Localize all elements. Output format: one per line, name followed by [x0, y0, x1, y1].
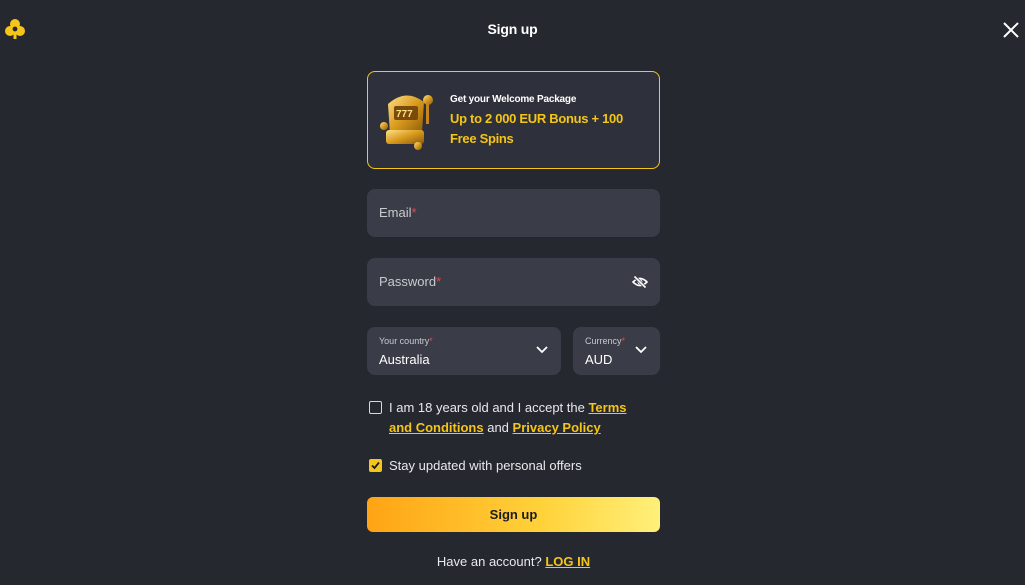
chevron-down-icon — [536, 346, 548, 354]
offers-consent-checkbox[interactable] — [369, 459, 382, 472]
page-title: Sign up — [487, 21, 538, 37]
offers-consent-text: Stay updated with personal offers — [389, 458, 582, 473]
password-field[interactable]: Password* — [367, 258, 660, 306]
password-placeholder: Password* — [379, 274, 442, 289]
golden-slot-machine-icon: 777 — [380, 95, 433, 150]
country-label: Your country* — [379, 336, 433, 346]
login-prompt: Have an account? LOG IN — [436, 554, 591, 569]
close-icon[interactable] — [1001, 20, 1021, 40]
currency-value: AUD — [585, 352, 613, 367]
age-consent-text: I am 18 years old and I accept the Terms… — [389, 400, 627, 435]
chevron-down-icon — [635, 346, 647, 354]
currency-label: Currency* — [585, 336, 626, 346]
welcome-package-banner: 777 Get your Welcome Package Up to 2 000… — [367, 71, 660, 169]
promo-subtitle: Get your Welcome Package — [450, 94, 577, 105]
email-placeholder: Email* — [379, 205, 417, 220]
signup-form: 777 Get your Welcome Package Up to 2 000… — [367, 71, 660, 569]
currency-select[interactable]: Currency* AUD — [573, 327, 660, 375]
required-mark: * — [411, 205, 417, 220]
privacy-policy-link[interactable]: Privacy Policy — [513, 420, 601, 435]
required-mark: * — [621, 336, 626, 346]
eye-off-icon[interactable] — [632, 274, 648, 290]
svg-text:777: 777 — [396, 109, 413, 120]
age-consent-row: I am 18 years old and I accept the Terms… — [367, 398, 660, 438]
login-link[interactable]: LOG IN — [545, 554, 590, 569]
offers-consent-row: Stay updated with personal offers — [367, 456, 660, 476]
signup-button[interactable]: Sign up — [367, 497, 660, 532]
country-currency-row: Your country* Australia Currency* AUD — [367, 327, 660, 375]
required-mark: * — [436, 274, 442, 289]
country-select[interactable]: Your country* Australia — [367, 327, 561, 375]
country-value: Australia — [379, 352, 430, 367]
age-consent-checkbox[interactable] — [369, 401, 382, 414]
promo-headline: Up to 2 000 EUR Bonus + 100 Free Spins — [450, 111, 623, 146]
email-field[interactable]: Email* — [367, 189, 660, 237]
checkmark-icon — [370, 461, 380, 469]
required-mark: * — [429, 336, 433, 346]
